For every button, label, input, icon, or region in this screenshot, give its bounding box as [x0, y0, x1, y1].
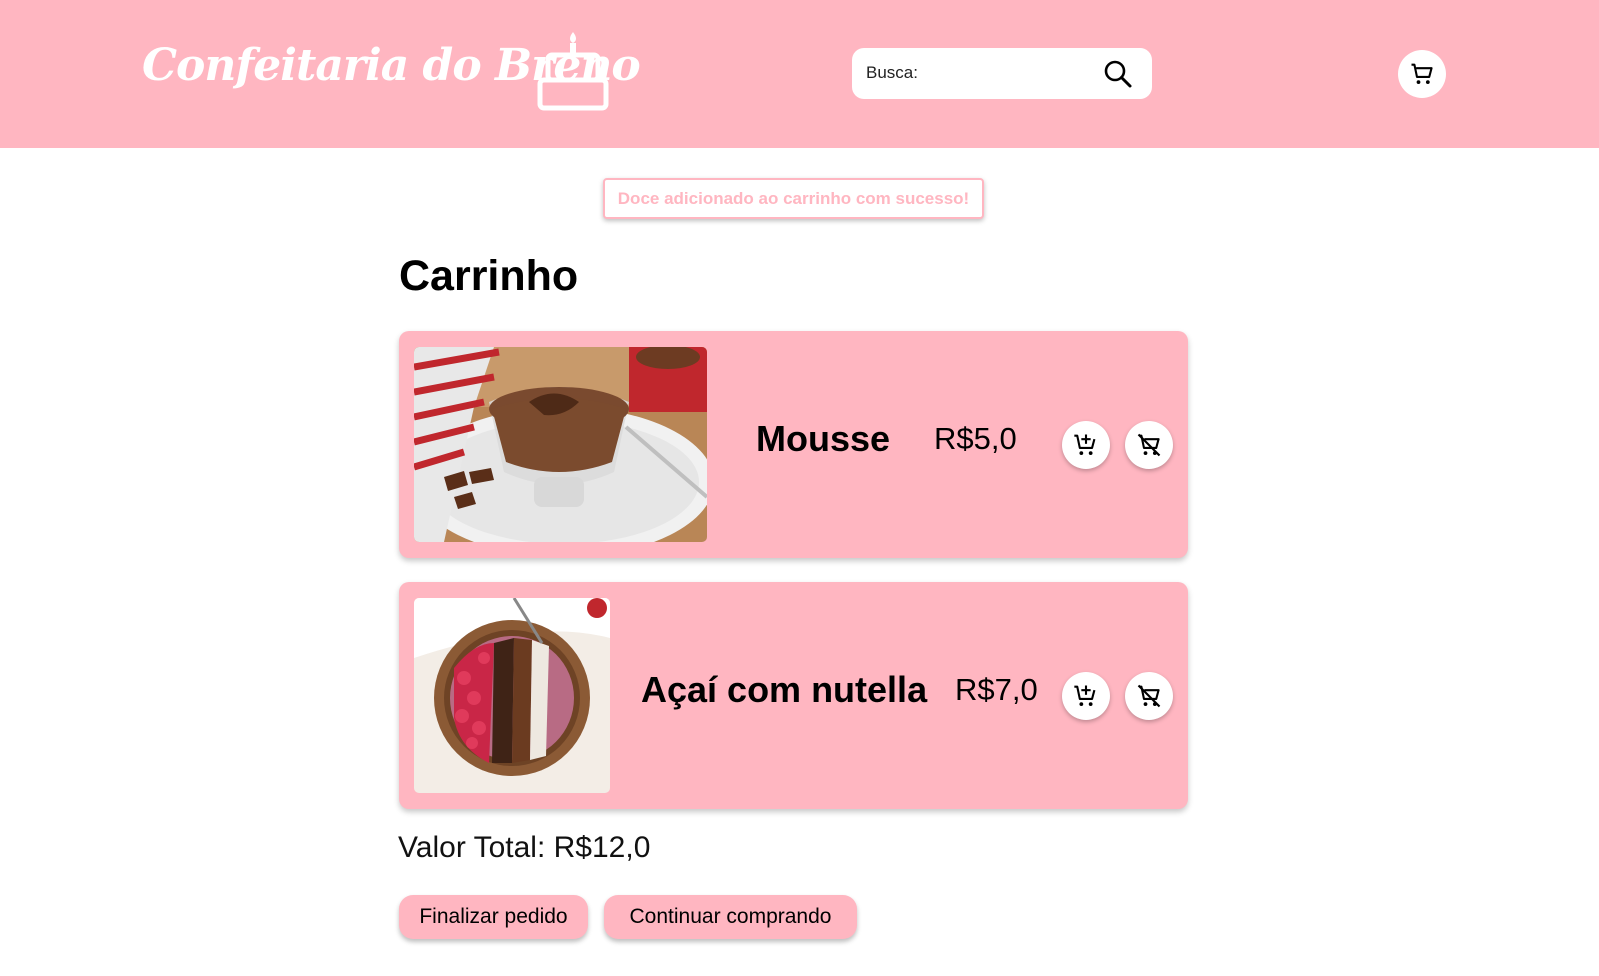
- continue-shopping-button[interactable]: Continuar comprando: [604, 895, 857, 939]
- remove-from-cart-button[interactable]: [1125, 672, 1173, 720]
- success-toast: Doce adicionado ao carrinho com sucesso!: [603, 178, 984, 219]
- cart-plus-icon: [1074, 685, 1096, 707]
- cart-item: Açaí com nutella R$7,0: [399, 582, 1188, 809]
- remove-from-cart-button[interactable]: [1125, 421, 1173, 469]
- header: Confeitaria do Breno: [0, 0, 1599, 148]
- search-input[interactable]: [866, 56, 1096, 90]
- add-to-cart-button[interactable]: [1062, 672, 1110, 720]
- search-box: [852, 48, 1152, 99]
- cake-icon: [537, 32, 609, 111]
- search-icon[interactable]: [1102, 58, 1134, 90]
- product-image: [414, 598, 610, 793]
- add-to-cart-button[interactable]: [1062, 421, 1110, 469]
- product-name: Mousse: [756, 418, 891, 459]
- product-image: [414, 347, 707, 542]
- checkout-button[interactable]: Finalizar pedido: [399, 895, 588, 939]
- cart-plus-icon: [1074, 434, 1096, 456]
- cart-button[interactable]: [1398, 50, 1446, 98]
- cart-remove-icon: [1137, 684, 1161, 708]
- cart-remove-icon: [1137, 433, 1161, 457]
- cart-item: Mousse R$5,0: [399, 331, 1188, 558]
- shopping-cart-icon: [1411, 63, 1433, 85]
- page-title: Carrinho: [399, 252, 579, 300]
- product-price: R$5,0: [934, 421, 1017, 456]
- cart-total: Valor Total: R$12,0: [398, 831, 651, 864]
- product-price: R$7,0: [955, 672, 1038, 707]
- product-name: Açaí com nutella: [641, 669, 928, 710]
